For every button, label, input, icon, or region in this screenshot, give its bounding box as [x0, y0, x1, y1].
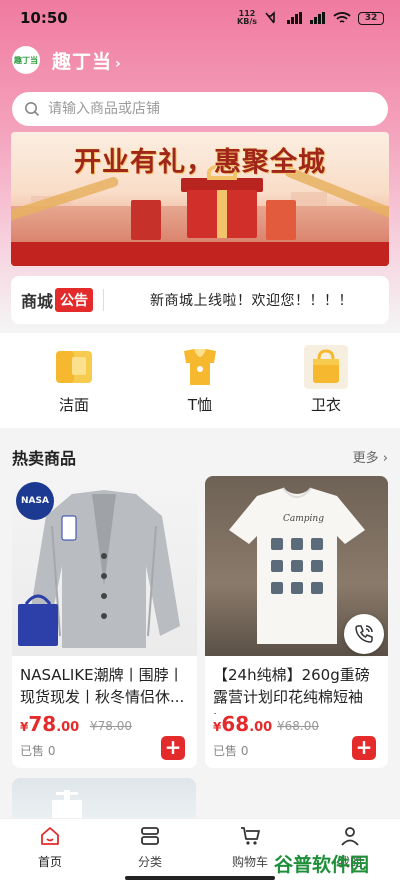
store-logo: 趣丁当	[12, 46, 40, 74]
search-input[interactable]	[48, 101, 348, 117]
notice-label: 商城	[21, 292, 54, 311]
shirt-print-text: Camping	[283, 514, 324, 524]
product-price: ¥68.00	[213, 712, 273, 736]
signal-icon-2	[310, 12, 326, 24]
product-image: NASA	[12, 476, 197, 656]
network-speed: 112 KB/s	[237, 9, 257, 26]
status-icons: 112 KB/s 32	[237, 10, 384, 26]
category-grid: 洁面 T恤 卫衣	[0, 333, 400, 428]
product-sold-count: 已售 0	[20, 744, 56, 758]
category-icon	[141, 827, 159, 845]
signal-icon	[287, 12, 303, 24]
banner-headline: 开业有礼，惠聚全城	[74, 147, 326, 178]
phone-icon	[355, 625, 373, 643]
search-bar[interactable]	[12, 92, 388, 126]
status-bar: 10:50 112 KB/s 32	[0, 0, 400, 36]
product-sold-count: 已售 0	[213, 744, 249, 758]
tab-home[interactable]: 首页	[10, 825, 90, 870]
add-to-cart-button[interactable]: +	[352, 736, 376, 760]
shopping-bag-decoration	[266, 200, 296, 240]
notice-badge: 公告	[55, 288, 94, 312]
user-icon	[341, 827, 359, 846]
watermark-logo: 谷普软件园	[274, 854, 370, 876]
category-tshirt-icon	[178, 345, 222, 389]
category-item-hoodie[interactable]: 卫衣	[286, 345, 366, 415]
product-price: ¥78.00	[20, 712, 80, 736]
gift-box-decoration	[187, 190, 257, 238]
notice-text: 新商城上线啦！欢迎您！！！！	[150, 293, 354, 309]
store-header[interactable]: 趣丁当 趣丁当 ›	[12, 44, 122, 76]
product-original-price: ¥78.00	[90, 719, 132, 733]
home-indicator[interactable]	[125, 876, 275, 880]
category-hoodie-icon	[304, 345, 348, 389]
search-icon	[25, 102, 40, 117]
add-to-cart-button[interactable]: +	[161, 736, 185, 760]
home-icon	[41, 827, 59, 845]
cart-icon	[241, 827, 260, 845]
battery-icon: 32	[358, 11, 384, 25]
divider	[103, 289, 105, 311]
status-time: 10:50	[20, 9, 68, 27]
category-item-face-wash[interactable]: 洁面	[34, 345, 114, 415]
shopping-bag-decoration	[131, 200, 161, 240]
product-name: NASALIKE潮牌丨围脖丨现货现发丨秋冬情侣休...	[20, 666, 185, 706]
chevron-right-icon: ›	[115, 55, 122, 72]
product-original-price: ¥68.00	[277, 719, 319, 733]
stage-decoration	[11, 242, 389, 266]
phone-call-button[interactable]	[344, 614, 384, 654]
product-card[interactable]: NASA NASALIKE潮牌丨围脖丨现货现发丨秋冬情侣休... ¥78.00 …	[12, 476, 197, 768]
category-item-tshirt[interactable]: T恤	[160, 345, 240, 415]
store-name[interactable]: 趣丁当 ›	[52, 47, 122, 74]
product-name: 【24h纯棉】260g重磅露营计划印花纯棉短袖t...	[213, 666, 370, 714]
section-title: 热卖商品	[12, 449, 77, 468]
announcement-bar[interactable]: 商城 公告 新商城上线啦！欢迎您！！！！	[11, 276, 389, 324]
tab-category[interactable]: 分类	[110, 825, 190, 870]
promo-banner[interactable]: 开业有礼，惠聚全城	[11, 132, 389, 266]
nasa-logo: NASA	[16, 482, 54, 520]
category-face-wash-icon	[52, 345, 96, 389]
mute-icon	[265, 11, 275, 24]
wifi-icon	[333, 12, 351, 23]
more-link[interactable]: 更多 ›	[353, 447, 388, 466]
